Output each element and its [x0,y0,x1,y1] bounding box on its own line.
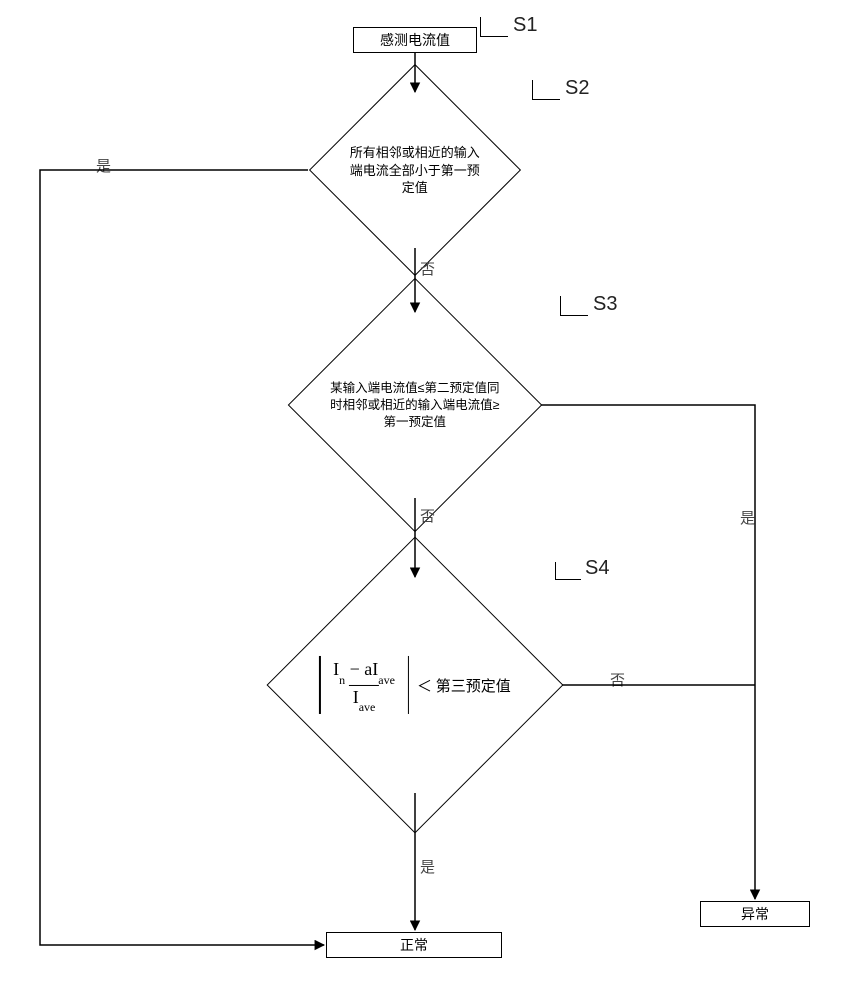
terminal-normal-text: 正常 [400,935,428,955]
s2-leader [532,80,560,100]
s4-formula-num: In − aIave [329,658,399,685]
step-s3-diamond: 某输入端电流值≤第二预定值同时相邻或相近的输入端电流值≥第一预定值 [288,278,543,533]
step-s2-text: 所有相邻或相近的输入端电流全部小于第一预定值 [350,145,480,195]
terminal-abnormal-text: 异常 [741,904,769,924]
terminal-abnormal: 异常 [700,901,810,927]
step-s4-diamond: In − aIave Iave ＜ 第三预定值 [267,537,564,834]
s3-yes-label: 是 [740,507,755,528]
s4-formula-compare: ＜ 第三预定值 [417,675,511,696]
step-s2-diamond: 所有相邻或相近的输入端电流全部小于第一预定值 [309,64,521,276]
s4-formula-den: Iave [349,685,380,713]
step-s4-id: S4 [585,557,609,580]
s3-leader [560,296,588,316]
step-s1-id: S1 [513,14,537,37]
s3-no-label: 否 [420,505,435,526]
s4-yes-label: 是 [420,856,435,877]
s4-no-label: 否 [610,669,625,690]
step-s1-text: 感测电流值 [380,30,450,50]
step-s2-id: S2 [565,77,589,100]
s4-leader [555,562,581,580]
s2-no-label: 否 [420,258,435,279]
terminal-normal: 正常 [326,932,502,958]
step-s3-text: 某输入端电流值≤第二预定值同时相邻或相近的输入端电流值≥第一预定值 [330,381,499,429]
step-s3-id: S3 [593,293,617,316]
step-s4-formula: In − aIave Iave ＜ 第三预定值 [319,658,511,712]
step-s1-box: 感测电流值 [353,27,477,53]
s1-leader [480,17,508,37]
s2-yes-label: 是 [96,155,111,176]
